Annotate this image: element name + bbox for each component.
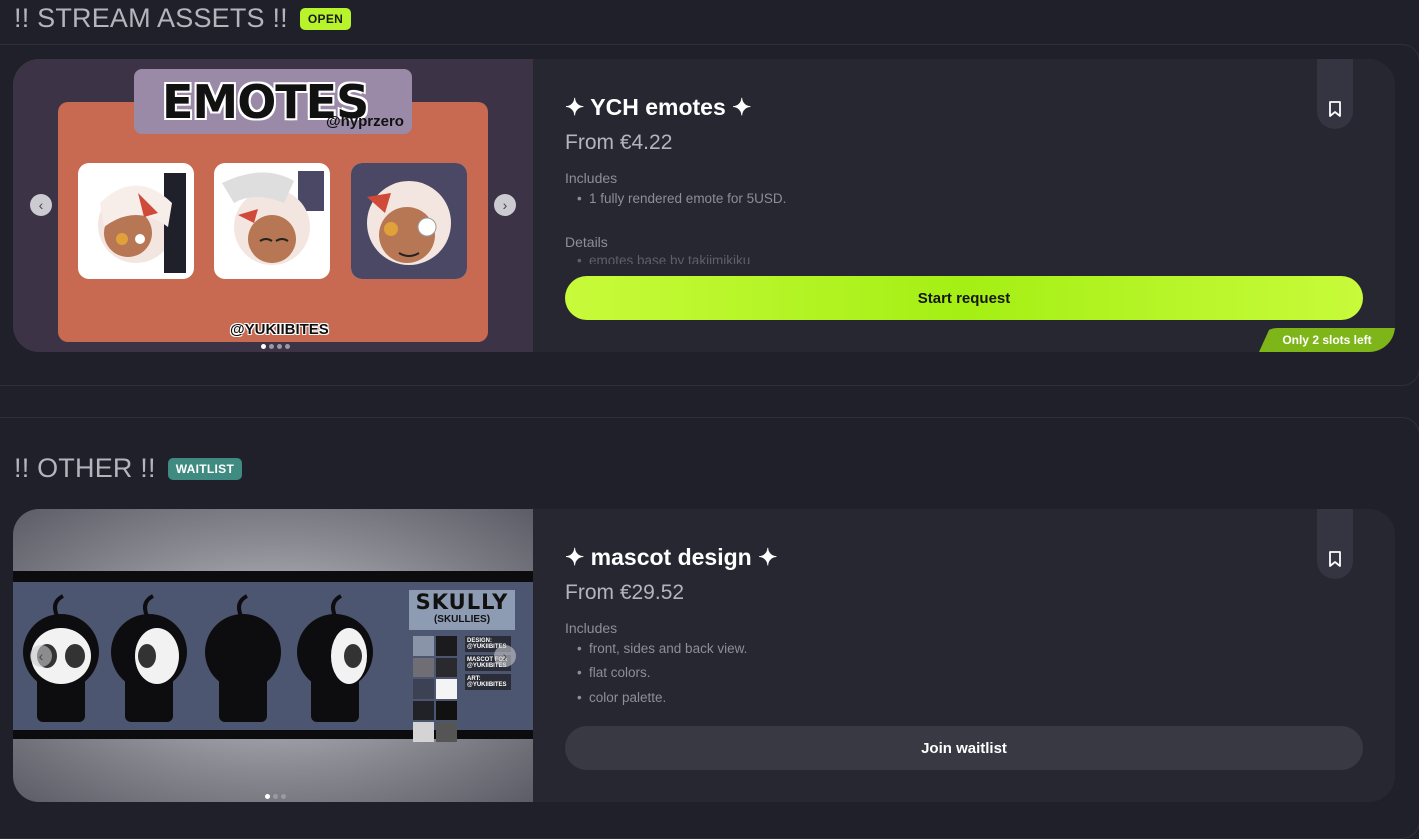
item-title: ✦ YCH emotes ✦ [565, 94, 752, 120]
status-badge-open: OPEN [299, 7, 352, 30]
bookmark-button[interactable] [1317, 59, 1353, 129]
section-title: !! OTHER !! [14, 453, 156, 483]
art-handle: @hyprzero [326, 113, 404, 130]
chevron-left-icon[interactable]: ‹ [30, 194, 52, 216]
chevron-left-icon[interactable]: ‹ [30, 645, 52, 667]
mascot-name-plate: SKULLY (SKULLIES) [409, 590, 515, 630]
carousel-dot[interactable] [285, 344, 290, 349]
item-price: From €29.52 [565, 581, 685, 604]
carousel-dot[interactable] [261, 344, 266, 349]
join-waitlist-button[interactable]: Join waitlist [565, 726, 1363, 770]
details-label: Details [565, 234, 608, 250]
reference-sheet: SKULLY (SKULLIES) DESIGN: @YUKIIBITES MA… [13, 582, 533, 742]
section-header-stream-assets: !! STREAM ASSETS !! OPEN [14, 3, 352, 34]
carousel-dots [261, 344, 290, 349]
carousel-dot[interactable] [265, 794, 270, 799]
details-preview-clip: emotes base by takiimikiku [565, 252, 1065, 264]
bookmark-icon [1329, 551, 1341, 567]
art-credit: @YUKIIBITES [230, 321, 329, 338]
chevron-right-icon[interactable]: › [494, 194, 516, 216]
chevron-right-icon[interactable]: › [494, 645, 516, 667]
details-item: emotes base by takiimikiku [577, 253, 750, 264]
includes-item: flat colors. [577, 665, 650, 680]
commission-card-mascot-design: SKULLY (SKULLIES) DESIGN: @YUKIIBITES MA… [13, 509, 1395, 802]
includes-item: color palette. [577, 690, 666, 705]
section-title: !! STREAM ASSETS !! [14, 3, 288, 33]
emote-title-banner: EMOTES @hyprzero [134, 69, 412, 134]
slots-left-badge: Only 2 slots left [1259, 328, 1395, 352]
credit-line: ART: @YUKIIBITES [465, 674, 511, 690]
item-price: From €4.22 [565, 131, 673, 154]
color-palette [413, 636, 457, 742]
carousel-dot[interactable] [277, 344, 282, 349]
emote-preview-2 [214, 163, 330, 279]
emote-preview-3 [351, 163, 467, 279]
art-subtitle: (SKULLIES) [433, 614, 491, 625]
image-carousel[interactable]: EMOTES @hyprzero @YUKIIBITES ‹ › [13, 59, 533, 352]
section-header-other: !! OTHER !! WAITLIST [14, 453, 243, 484]
art-title: SKULLY [415, 590, 509, 614]
start-request-button[interactable]: Start request [565, 276, 1363, 320]
status-badge-waitlist: WAITLIST [167, 457, 243, 480]
commission-card-ych-emotes: EMOTES @hyprzero @YUKIIBITES ‹ › ✦ YCH e… [13, 59, 1395, 352]
includes-item: 1 fully rendered emote for 5USD. [577, 191, 786, 206]
carousel-dot[interactable] [281, 794, 286, 799]
item-title: ✦ mascot design ✦ [565, 544, 778, 570]
includes-label: Includes [565, 170, 618, 186]
image-carousel[interactable]: SKULLY (SKULLIES) DESIGN: @YUKIIBITES MA… [13, 509, 533, 802]
includes-label: Includes [565, 620, 618, 636]
emote-preview-1 [78, 163, 194, 279]
bookmark-button[interactable] [1317, 509, 1353, 579]
carousel-dot[interactable] [273, 794, 278, 799]
carousel-dot[interactable] [269, 344, 274, 349]
bookmark-icon [1329, 101, 1341, 117]
carousel-dots [265, 794, 286, 799]
mascot-turnaround-art [23, 594, 373, 722]
includes-item: front, sides and back view. [577, 641, 747, 656]
